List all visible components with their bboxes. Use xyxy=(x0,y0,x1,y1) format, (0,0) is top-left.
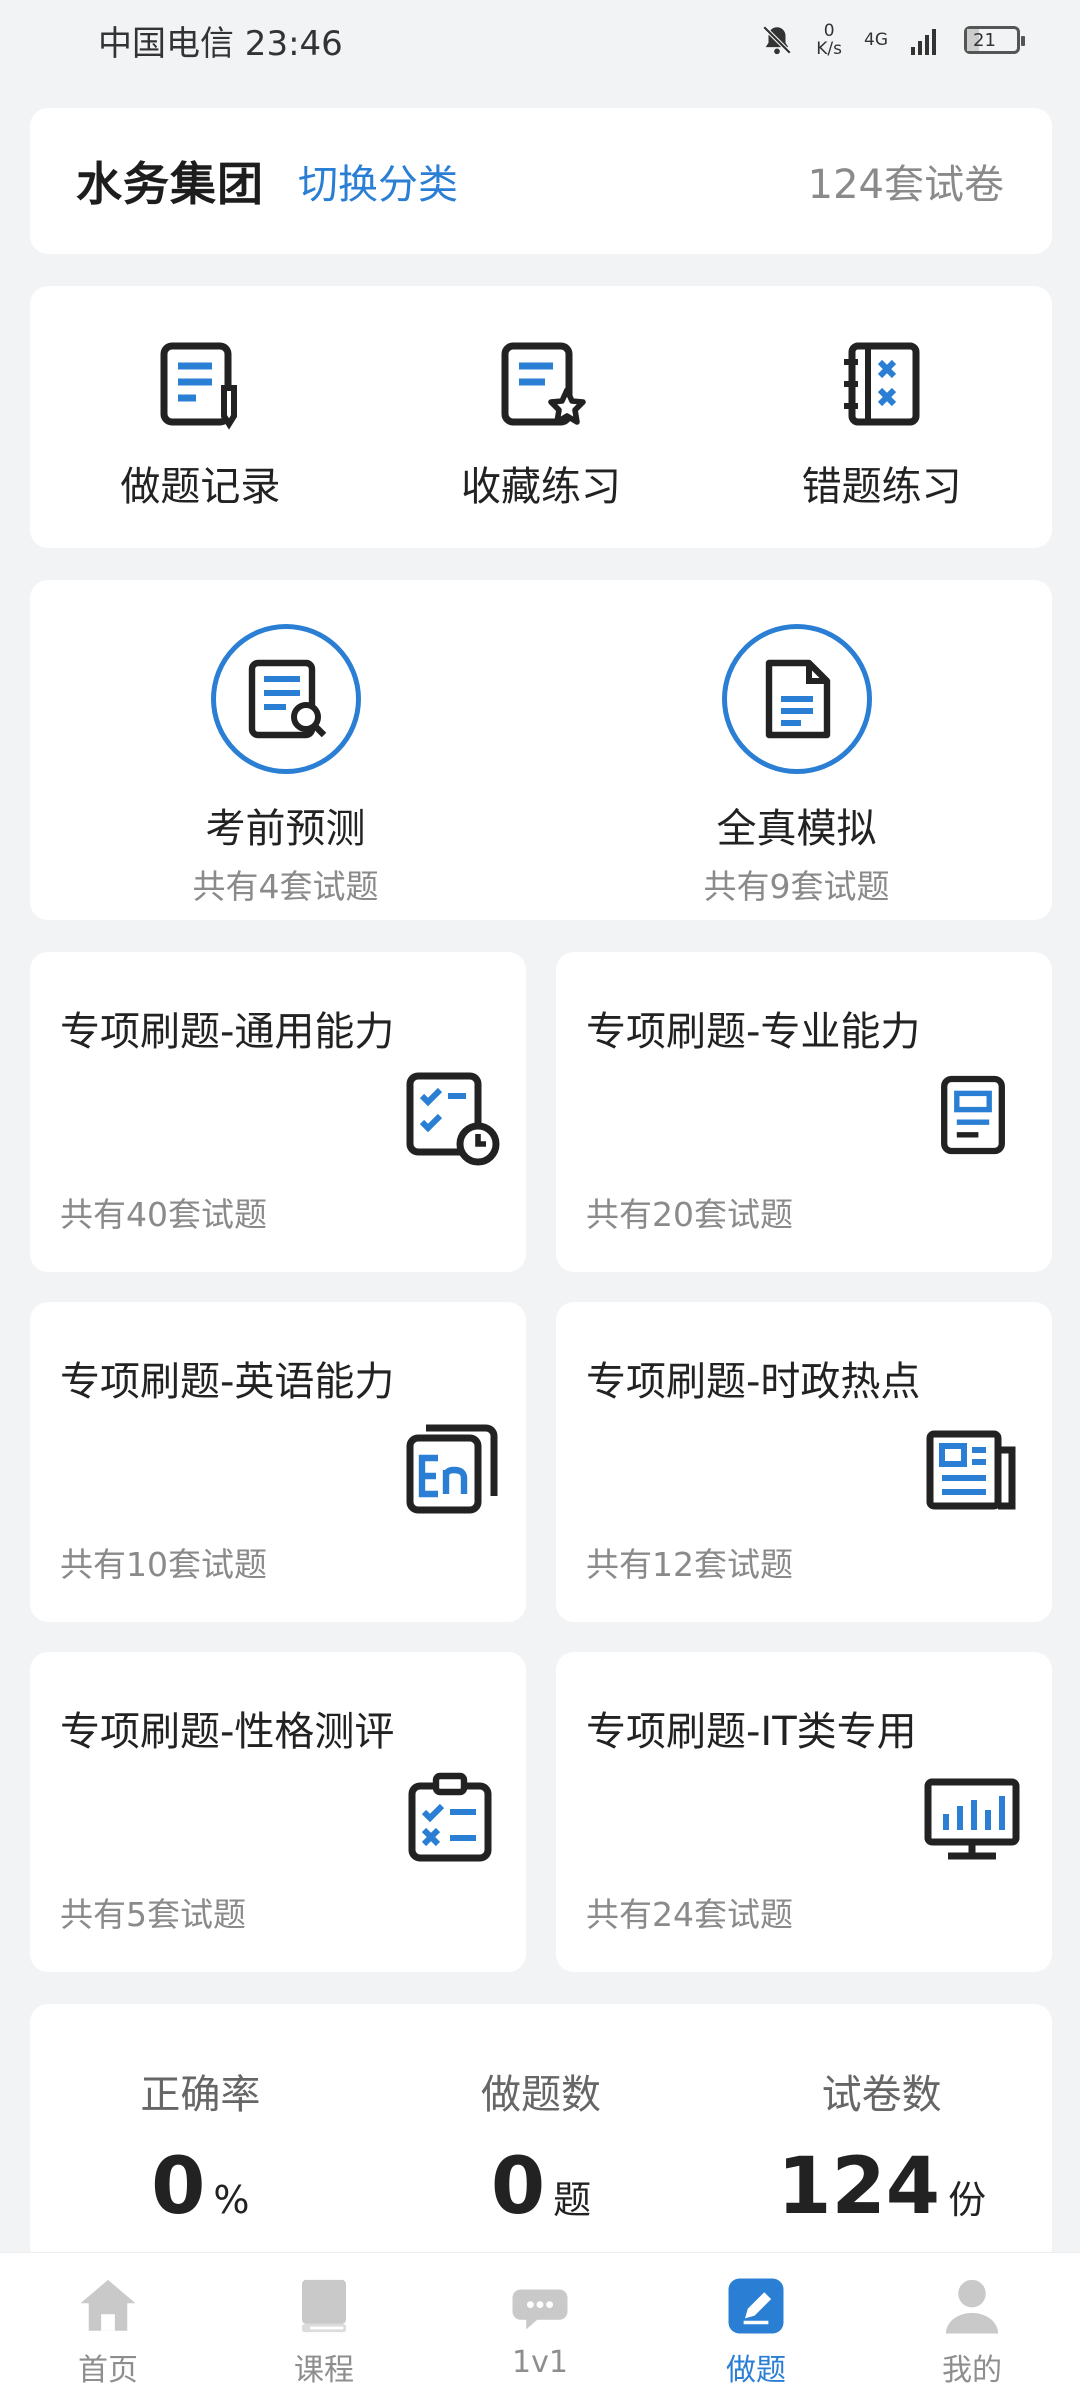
topic-title: 专项刷题-IT类专用 xyxy=(586,1709,917,1755)
stat-label: 正确率 xyxy=(140,2072,261,2118)
pencil-icon xyxy=(728,2278,784,2334)
status-icons: 0 K/s 4G 21 xyxy=(760,21,1025,59)
stat-unit: % xyxy=(213,2178,250,2222)
feature-subtitle: 共有4套试题 xyxy=(192,867,379,906)
topic-title: 专项刷题-英语能力 xyxy=(60,1359,395,1405)
monitor-chart-icon xyxy=(924,1778,1020,1860)
topic-card-current-affairs[interactable]: 专项刷题-时政热点 共有12套试题 xyxy=(556,1302,1052,1622)
topic-subtitle: 共有5套试题 xyxy=(60,1895,246,1934)
battery-icon: 21 xyxy=(964,26,1025,54)
practice-stats: 正确率 0 % 做题数 0 题 试卷数 124 份 xyxy=(30,2004,1052,2264)
bell-muted-icon xyxy=(763,25,792,55)
stat-value: 124 xyxy=(777,2142,941,2232)
net-speed: 0 K/s xyxy=(816,21,842,59)
stat-accuracy: 正确率 0 % xyxy=(30,2004,371,2264)
stat-label: 试卷数 xyxy=(821,2072,942,2118)
exam-features: 考前预测 共有4套试题 全真模拟 共有9套试题 xyxy=(30,580,1052,920)
topic-card-personality[interactable]: 专项刷题-性格测评 共有5套试题 xyxy=(30,1652,526,1972)
tab-practice[interactable]: 做题 xyxy=(648,2253,864,2400)
stat-value: 0 xyxy=(151,2142,206,2232)
topic-card-professional[interactable]: 专项刷题-专业能力 共有20套试题 xyxy=(556,952,1052,1272)
tab-courses[interactable]: 课程 xyxy=(216,2253,432,2400)
paper-count: 124套试卷 xyxy=(807,162,1004,208)
signal-icon xyxy=(911,29,936,55)
practice-record-button[interactable]: 做题记录 xyxy=(30,286,371,548)
checklist-clock-icon xyxy=(406,1072,500,1166)
quick-action-label: 收藏练习 xyxy=(461,464,621,510)
tab-label: 首页 xyxy=(78,2353,138,2388)
feature-ring xyxy=(721,624,872,774)
tab-label: 课程 xyxy=(294,2353,354,2388)
favorite-practice-button[interactable]: 收藏练习 xyxy=(371,286,712,548)
chat-icon xyxy=(512,2289,568,2330)
full-simulation-button[interactable]: 全真模拟 共有9套试题 xyxy=(541,580,1052,920)
category-header: 水务集团 切换分类 124套试卷 xyxy=(30,108,1052,254)
topic-card-it[interactable]: 专项刷题-IT类专用 共有24套试题 xyxy=(556,1652,1052,1972)
topic-subtitle: 共有10套试题 xyxy=(60,1545,267,1584)
stat-unit: 份 xyxy=(948,2178,987,2222)
tab-mine[interactable]: 我的 xyxy=(864,2253,1080,2400)
feature-subtitle: 共有9套试题 xyxy=(703,867,890,906)
quick-action-label: 错题练习 xyxy=(801,464,962,510)
stat-unit: 题 xyxy=(553,2178,592,2222)
edit-document-icon xyxy=(160,342,238,430)
topic-title: 专项刷题-专业能力 xyxy=(586,1009,921,1055)
carrier-time: 中国电信 23:46 xyxy=(98,23,343,64)
bottom-tab-bar: 首页 课程 1v1 做题 我的 xyxy=(0,2252,1080,2400)
tab-label: 做题 xyxy=(726,2353,786,2388)
quick-action-label: 做题记录 xyxy=(120,464,281,510)
topic-subtitle: 共有40套试题 xyxy=(60,1195,267,1234)
stat-questions-done: 做题数 0 题 xyxy=(371,2004,712,2264)
tablet-document-icon xyxy=(941,1075,1005,1155)
tab-1v1[interactable]: 1v1 xyxy=(432,2253,648,2400)
topic-card-general[interactable]: 专项刷题-通用能力 共有40套试题 xyxy=(30,952,526,1272)
english-icon xyxy=(406,1424,498,1514)
stat-paper-count: 试卷数 124 份 xyxy=(711,2004,1052,2264)
wrong-notebook-icon xyxy=(843,342,920,426)
favorite-document-icon xyxy=(501,342,586,426)
category-title: 水务集团 xyxy=(76,157,264,211)
topic-title: 专项刷题-时政热点 xyxy=(586,1359,921,1405)
stat-value: 0 xyxy=(490,2142,546,2232)
topic-subtitle: 共有12套试题 xyxy=(586,1545,793,1584)
feature-title: 考前预测 xyxy=(205,806,366,852)
quick-actions: 做题记录 收藏练习 错题练习 xyxy=(30,286,1052,548)
topic-card-english[interactable]: 专项刷题-英语能力 共有10套试题 xyxy=(30,1302,526,1622)
wrong-questions-button[interactable]: 错题练习 xyxy=(711,286,1052,548)
user-icon xyxy=(945,2279,999,2334)
tab-label: 1v1 xyxy=(512,2345,568,2380)
status-bar: 中国电信 23:46 0 K/s 4G 21 xyxy=(0,0,1080,80)
document-icon xyxy=(765,659,830,739)
exam-prediction-button[interactable]: 考前预测 共有4套试题 xyxy=(30,580,541,920)
tab-label: 我的 xyxy=(942,2353,1002,2388)
search-document-icon xyxy=(248,659,326,739)
network-type: 4G xyxy=(864,30,888,50)
book-icon xyxy=(302,2279,346,2333)
topic-subtitle: 共有24套试题 xyxy=(586,1895,793,1934)
stat-label: 做题数 xyxy=(481,2072,601,2118)
clipboard-check-icon xyxy=(408,1772,492,1862)
topic-subtitle: 共有20套试题 xyxy=(586,1195,793,1234)
newspaper-icon xyxy=(926,1430,1016,1510)
topic-title: 专项刷题-性格测评 xyxy=(60,1709,395,1755)
topic-title: 专项刷题-通用能力 xyxy=(60,1009,395,1055)
feature-title: 全真模拟 xyxy=(716,806,877,852)
home-icon xyxy=(80,2279,136,2331)
switch-category-link[interactable]: 切换分类 xyxy=(298,152,458,210)
feature-ring xyxy=(210,624,361,774)
tab-home[interactable]: 首页 xyxy=(0,2253,216,2400)
